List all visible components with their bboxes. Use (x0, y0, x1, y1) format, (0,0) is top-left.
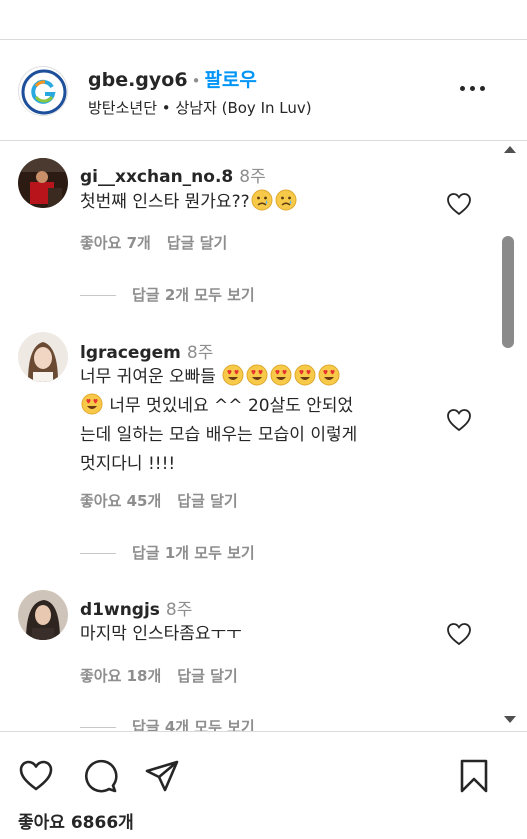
user-photo-icon (18, 332, 68, 382)
account-avatar[interactable] (18, 66, 68, 116)
heart-eyes-emoji (294, 364, 316, 386)
view-replies-button[interactable]: 답글 4개 모두 보기 (80, 716, 255, 731)
reply-button[interactable]: 답글 달기 (167, 234, 227, 252)
comment-line: 멋지다니 !!!! (80, 454, 176, 474)
heart-eyes-emoji (270, 364, 292, 386)
heart-eyes-emoji (318, 364, 340, 386)
save-bookmark-icon[interactable] (456, 758, 492, 794)
comment-likes[interactable]: 좋아요 18개 (80, 667, 161, 685)
comment-time[interactable]: 8주 (166, 600, 192, 620)
avatar[interactable] (18, 158, 68, 208)
user-photo-icon (18, 590, 68, 640)
comment-text: 너무 귀여운 오빠들 너무 멋있네요 ^^ 20살도 안되었 는데 일하는 모습… (80, 363, 435, 479)
share-paper-plane-icon[interactable] (144, 758, 180, 794)
view-replies-label: 답글 2개 모두 보기 (132, 286, 255, 304)
comment-line: 너무 멋있네요 ^^ 20살도 안되었 (80, 392, 435, 421)
user-photo-icon (18, 158, 68, 208)
comment-like-heart-icon[interactable] (446, 192, 472, 216)
comment-header: lgracegem 8주 (80, 338, 213, 363)
song-name: 상남자 (Boy In Luv) (175, 99, 312, 117)
comment-meta: 좋아요 45개 답글 달기 (80, 490, 238, 511)
crying-face-emoji (275, 189, 297, 211)
more-options-icon[interactable] (458, 79, 488, 99)
comment-header: gi__xxchan_no.8 8주 (80, 162, 266, 187)
header-title-line: gbe.gyo6 • 팔로우 (88, 65, 257, 92)
comment-meta: 좋아요 7개 답글 달기 (80, 232, 227, 253)
audio-dot: • (161, 99, 171, 117)
view-replies-button[interactable]: 답글 1개 모두 보기 (80, 542, 255, 563)
comment-body: 너무 멋있네요 ^^ 20살도 안되었 (109, 396, 354, 416)
scroll-down-arrow-icon[interactable] (504, 716, 516, 723)
comment-like-heart-icon[interactable] (446, 622, 472, 646)
comment-likes[interactable]: 좋아요 45개 (80, 492, 161, 510)
audio-line[interactable]: 방탄소년단 • 상남자 (Boy In Luv) (88, 97, 312, 118)
gbe-logo-icon (20, 68, 67, 115)
post-username[interactable]: gbe.gyo6 (88, 69, 188, 91)
post-header: gbe.gyo6 • 팔로우 방탄소년단 • 상남자 (Boy In Luv) (0, 41, 527, 141)
comment-time[interactable]: 8주 (187, 343, 213, 363)
reply-button[interactable]: 답글 달기 (177, 492, 237, 510)
likes-count[interactable]: 좋아요 6866개 (18, 808, 134, 833)
heart-eyes-emoji (246, 364, 268, 386)
like-heart-icon[interactable] (18, 758, 54, 794)
header-dot: • (191, 72, 201, 90)
avatar[interactable] (18, 590, 68, 640)
comment-line: 는데 일하는 모습 배우는 모습이 이렇게 (80, 425, 358, 445)
action-bar: 좋아요 6866개 (0, 731, 527, 839)
comment-like-heart-icon[interactable] (446, 408, 472, 432)
comment-body: 너무 귀여운 오빠들 (80, 367, 216, 387)
view-replies-label: 답글 1개 모두 보기 (132, 544, 255, 562)
replies-line (80, 553, 116, 554)
comment-text: 마지막 인스타좀요ㅜㅜ (80, 624, 242, 644)
view-replies-button[interactable]: 답글 2개 모두 보기 (80, 284, 255, 305)
artist-name: 방탄소년단 (88, 99, 158, 117)
comments-list: gi__xxchan_no.8 8주 첫번째 인스타 뭔가요?? 좋아요 7개 답글… (0, 142, 527, 731)
comment-line: 너무 귀여운 오빠들 (80, 363, 435, 392)
replies-line (80, 727, 116, 728)
replies-line (80, 295, 116, 296)
avatar[interactable] (18, 332, 68, 382)
comment-time[interactable]: 8주 (239, 167, 265, 187)
comment-username[interactable]: gi__xxchan_no.8 (80, 167, 233, 187)
scroll-up-arrow-icon[interactable] (504, 146, 516, 153)
comment-meta: 좋아요 18개 답글 달기 (80, 665, 238, 686)
comments-scrollbar[interactable] (498, 142, 520, 731)
reply-button[interactable]: 답글 달기 (177, 667, 237, 685)
comment-bubble-icon[interactable] (82, 758, 118, 794)
comment-header: d1wngjs 8주 (80, 595, 192, 620)
comment-username[interactable]: d1wngjs (80, 600, 160, 620)
heart-eyes-emoji (81, 393, 103, 415)
heart-eyes-emoji (222, 364, 244, 386)
comment-text: 첫번째 인스타 뭔가요?? (80, 188, 435, 217)
scroll-thumb[interactable] (502, 236, 514, 348)
comment-likes[interactable]: 좋아요 7개 (80, 234, 151, 252)
view-replies-label: 답글 4개 모두 보기 (132, 718, 255, 731)
follow-button[interactable]: 팔로우 (204, 69, 256, 91)
comment-body: 첫번째 인스타 뭔가요?? (80, 192, 250, 212)
crying-face-emoji (251, 189, 273, 211)
top-strip (0, 0, 527, 40)
comment-username[interactable]: lgracegem (80, 343, 181, 363)
